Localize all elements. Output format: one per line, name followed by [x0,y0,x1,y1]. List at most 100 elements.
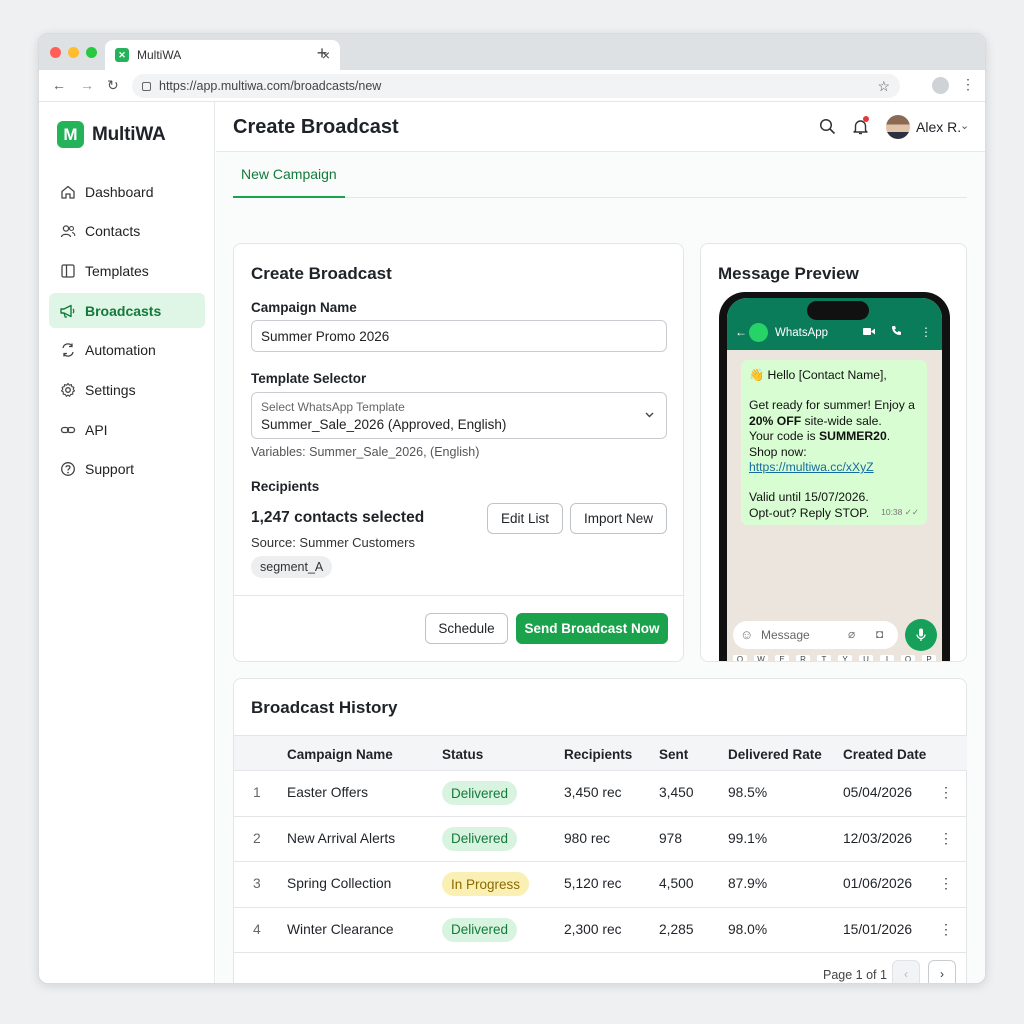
send-broadcast-now-button[interactable]: Send Broadcast Now [516,613,668,644]
link-icon [59,421,76,438]
column-header-status[interactable]: Status [442,747,483,762]
segment-chip[interactable]: segment_A [251,556,333,578]
row-menu-icon[interactable]: ⋮ [939,784,953,801]
schedule-button[interactable]: Schedule [425,613,508,644]
sent-value: 4,500 [659,876,694,891]
keyboard-key: Y [838,655,852,661]
import-new-button[interactable]: Import New [570,503,667,534]
row-menu-icon[interactable]: ⋮ [939,830,953,847]
recipients-label: Recipients [251,479,320,494]
campaign-name: Winter Clearance [287,921,394,937]
message-timestamp: 10:38 ✓✓ [881,506,919,517]
forward-icon[interactable]: → [80,77,94,93]
multiwa-favicon-icon: ✕ [115,48,129,62]
reload-icon[interactable]: ↻ [107,77,119,94]
column-header-recipients[interactable]: Recipients [564,747,632,762]
status-badge: In Progress [442,872,530,896]
sidebar-item-label: Broadcasts [85,302,162,319]
sidebar-item-broadcasts[interactable]: Broadcasts [49,293,205,329]
phone-call-icon [891,325,902,339]
campaign-name: Spring Collection [287,876,392,891]
notification-badge [863,116,869,122]
top-header: Create Broadcast Alex R. ⌄ [216,102,985,152]
table-row[interactable]: 4 Winter Clearance Delivered 2,300 rec 2… [234,908,967,953]
sidebar-item-settings[interactable]: Settings [49,372,205,407]
table-row[interactable]: 2 New Arrival Alerts Delivered 980 rec 9… [234,817,967,862]
sidebar-item-support[interactable]: Support [49,452,205,487]
browser-menu-icon[interactable]: ⋮ [961,76,975,93]
created-date-value: 05/04/2026 [843,785,913,800]
message-preview-card: Message Preview ← WhatsApp ⋮ 👋 Hello [Co… [700,243,967,662]
column-header-campaign[interactable]: Campaign Name [287,747,393,762]
keyboard-key: W [754,655,768,661]
campaign-name: New Arrival Alerts [287,830,396,846]
browser-profile-icon[interactable] [932,77,949,94]
divider [234,595,683,596]
delivered-rate-value: 87.9% [728,876,768,891]
campaign-name-input[interactable]: Summer Promo 2026 [251,320,667,352]
message-line: Get ready for summer! Enjoy a [749,398,915,413]
sidebar-item-automation[interactable]: Automation [49,333,205,368]
tab-new-campaign[interactable]: New Campaign [233,152,345,198]
new-tab-button[interactable]: + [312,43,332,64]
brand[interactable]: M MultiWA [57,121,166,148]
row-menu-icon[interactable]: ⋮ [939,875,953,892]
sidebar-item-dashboard[interactable]: Dashboard [49,174,205,209]
column-header-delivered-rate[interactable]: Delivered Rate [728,747,822,762]
search-icon[interactable] [819,118,836,140]
camera-icon: ◘ [876,627,884,641]
column-header-created-date[interactable]: Created Date [843,747,926,762]
bookmark-star-icon[interactable]: ☆ [877,78,890,95]
back-arrow-icon: ← [735,325,747,339]
window-controls [50,47,97,58]
user-name[interactable]: Alex R. [916,119,961,135]
keyboard-key: E [775,655,789,661]
table-row[interactable]: 3 Spring Collection In Progress 5,120 re… [234,862,967,908]
message-line: Valid until 15/07/2026. [749,490,869,505]
message-link[interactable]: https://multiwa.cc/xXyZ [749,460,919,475]
back-icon[interactable]: ← [52,77,66,93]
avatar[interactable] [886,115,910,139]
url-field[interactable]: https://app.multiwa.com/broadcasts/new ☆ [132,74,900,98]
chat-menu-icon: ⋮ [920,325,932,339]
chevron-down-icon[interactable]: ⌄ [960,119,969,132]
maximize-window-button[interactable] [86,47,97,58]
close-window-button[interactable] [50,47,61,58]
column-header-sent[interactable]: Sent [659,747,688,762]
notification-bell-icon[interactable] [852,116,869,140]
multiwa-logo-icon: M [57,121,84,148]
recipients-value: 3,450 rec [564,785,622,800]
campaign-name-value: Summer Promo 2026 [261,328,390,344]
campaign-name-label: Campaign Name [251,300,357,315]
next-page-button[interactable]: › [928,960,956,983]
prev-page-button[interactable]: ‹ [892,960,920,983]
keyboard-row: Q W E R T Y U I O P [733,655,936,661]
edit-list-button[interactable]: Edit List [487,503,563,534]
browser-tab[interactable]: ✕ MultiWA × [105,40,340,70]
emoji-icon: ☺ [740,627,754,642]
phone-screen: ← WhatsApp ⋮ 👋 Hello [Contact Name], Get… [727,298,942,661]
sidebar-item-templates[interactable]: Templates [49,253,205,288]
templates-icon [59,262,76,279]
sidebar-item-contacts[interactable]: Contacts [49,214,205,249]
sidebar-item-api[interactable]: API [49,412,205,447]
minimize-window-button[interactable] [68,47,79,58]
template-select[interactable]: Select WhatsApp Template Summer_Sale_202… [251,392,667,439]
whatsapp-message-input[interactable]: ☺ Message ⌀ ◘ [733,621,898,649]
browser-window: ✕ MultiWA × + ← → ↻ https://app.multiwa.… [38,33,986,984]
status-badge: Delivered [442,826,518,851]
row-index: 1 [253,785,261,800]
home-icon [59,183,76,200]
microphone-icon [905,619,937,651]
row-menu-icon[interactable]: ⋮ [939,921,953,938]
table-row[interactable]: 1 Easter Offers Delivered 3,450 rec 3,45… [234,771,967,817]
keyboard-key: Q [733,655,747,661]
broadcast-history-card: Broadcast History Campaign Name Status R… [233,678,967,983]
delivered-rate-value: 99.1% [728,830,768,846]
sidebar-item-label: Templates [85,262,149,279]
tab-strip: New Campaign [233,152,967,198]
recipients-value: 2,300 rec [564,921,622,937]
template-selector-label: Template Selector [251,371,367,386]
sent-value: 2,285 [659,921,694,937]
row-index: 3 [253,876,261,891]
